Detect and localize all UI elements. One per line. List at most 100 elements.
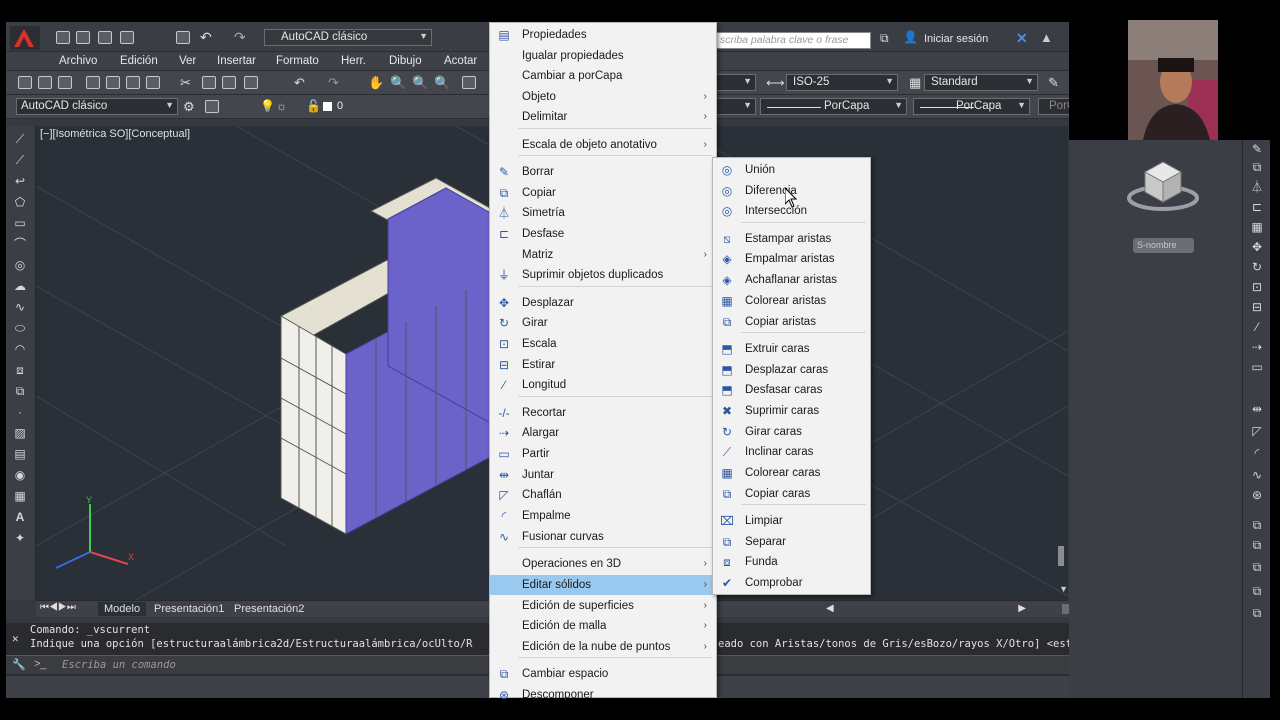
array-icon[interactable]: ▦ — [1249, 220, 1265, 234]
copy-icon[interactable]: ⧉ — [1249, 160, 1265, 174]
command-input[interactable]: Escriba un comando — [62, 659, 176, 671]
context-menu-item[interactable]: ⇹ Juntar — [490, 465, 716, 485]
draworder-icon[interactable]: ⧉ — [1249, 606, 1265, 620]
context-menu-item[interactable]: ⏃ Simetría — [490, 203, 716, 223]
submenu-item[interactable]: ✔ Comprobar — [713, 573, 870, 593]
context-menu-item[interactable]: Edición de la nube de puntos › — [490, 637, 716, 657]
polyline-icon[interactable]: ↩ — [12, 174, 28, 188]
submenu-item[interactable]: ◈ Empalmar aristas — [713, 249, 870, 269]
mtext-icon[interactable]: A — [12, 510, 28, 524]
viewport-label[interactable]: [−][Isométrica SO][Conceptual] — [40, 128, 190, 140]
redo-icon[interactable]: ↷ — [234, 29, 246, 46]
publish-icon[interactable] — [126, 76, 140, 89]
front-icon[interactable]: ⧉ — [1249, 560, 1265, 574]
explode-icon[interactable]: ⊛ — [1249, 488, 1265, 502]
context-menu-item[interactable]: ⏚ Suprimir objetos duplicados — [490, 265, 716, 285]
zoom-realtime-icon[interactable]: 🔍 — [390, 75, 406, 91]
make-block-icon[interactable]: ⧉ — [12, 384, 28, 398]
menu-formato[interactable]: Formato — [276, 55, 319, 67]
undo-icon[interactable]: ↶ — [200, 29, 212, 46]
paste-icon[interactable] — [222, 76, 236, 89]
copy-clip-icon[interactable] — [202, 76, 216, 89]
context-menu-item[interactable]: ✥ Desplazar — [490, 293, 716, 313]
spline-icon[interactable]: ∿ — [12, 300, 28, 314]
open-file-icon[interactable] — [76, 31, 90, 44]
help-icon[interactable]: ▲ — [1040, 30, 1053, 45]
dim-arrow-select[interactable]: ▼ — [716, 74, 756, 91]
context-menu-item[interactable]: ⊡ Escala — [490, 334, 716, 354]
submenu-item[interactable]: ⬒ Desplazar caras — [713, 360, 870, 380]
zoom-window-icon[interactable]: 🔍 — [412, 75, 428, 91]
menu-acotar[interactable]: Acotar — [444, 55, 477, 67]
exchange-icon[interactable]: ✕ — [1016, 30, 1028, 47]
context-menu-item[interactable]: ⁄ Longitud — [490, 375, 716, 395]
ellipse-arc-icon[interactable]: ◠ — [12, 342, 28, 356]
qnew-icon[interactable] — [18, 76, 32, 89]
region-icon[interactable]: ◉ — [12, 468, 28, 482]
redo-icon[interactable]: ↷ — [328, 75, 339, 91]
line-icon[interactable]: ⟋ — [12, 132, 28, 146]
revcloud-icon[interactable]: ☁ — [12, 279, 28, 293]
erase-icon[interactable]: ✎ — [1249, 142, 1265, 156]
preview-icon[interactable] — [106, 76, 120, 89]
save-icon[interactable] — [98, 31, 112, 44]
scroll-down-icon[interactable]: ▼ — [1059, 584, 1068, 594]
submenu-item[interactable]: ▦ Colorear aristas — [713, 291, 870, 311]
hatch-icon[interactable]: ▨ — [12, 426, 28, 440]
context-menu-item[interactable]: Edición de superficies › — [490, 596, 716, 616]
save-as-icon[interactable] — [120, 31, 134, 44]
submenu-item[interactable]: ⬒ Extruir caras — [713, 339, 870, 359]
tab-modelo[interactable]: Modelo — [98, 602, 147, 616]
submenu-item[interactable]: ◈ Achaflanar aristas — [713, 270, 870, 290]
scale-icon[interactable]: ⊡ — [1249, 280, 1265, 294]
scroll-right-icon[interactable]: ▶ — [1018, 603, 1026, 614]
gear-icon[interactable]: ⚙ — [183, 99, 195, 115]
color-select[interactable]: ▼ — [716, 98, 756, 115]
blend-icon[interactable]: ∿ — [1249, 468, 1265, 482]
table-icon[interactable]: ▦ — [12, 489, 28, 503]
tab-nav-arrows[interactable]: ⏮◀▶⏭ — [40, 602, 76, 613]
fillet-icon[interactable]: ◜ — [1249, 446, 1265, 460]
new-file-icon[interactable] — [56, 31, 70, 44]
properties-palette-icon[interactable] — [462, 76, 476, 89]
cut-icon[interactable]: ✂ — [180, 75, 191, 91]
matchprop-icon[interactable] — [244, 76, 258, 89]
submenu-item[interactable]: ✖ Suprimir caras — [713, 401, 870, 421]
submenu-item[interactable]: ⧉ Copiar caras — [713, 484, 870, 504]
add-selected-icon[interactable]: ✦ — [12, 531, 28, 545]
mirror-icon[interactable]: ⏃ — [1249, 180, 1265, 194]
submenu-item[interactable]: ◎ Unión — [713, 160, 870, 180]
scroll-left-icon[interactable]: ◀ — [826, 603, 834, 614]
submenu-item[interactable]: ⧉ Separar — [713, 532, 870, 552]
ellipse-icon[interactable]: ⬭ — [12, 321, 28, 335]
order-icon[interactable]: ⧉ — [1249, 538, 1265, 552]
submenu-item[interactable]: ⬒ Desfasar caras — [713, 380, 870, 400]
user-icon[interactable]: 👤 — [903, 30, 918, 44]
horizontal-scroll-thumb[interactable] — [1062, 604, 1069, 614]
context-menu-item[interactable]: ⧉ Cambiar espacio — [490, 664, 716, 684]
workspace-select[interactable]: AutoCAD clásico ▼ — [264, 29, 432, 46]
wcs-badge[interactable]: S-nombre — [1133, 238, 1194, 253]
menu-ver[interactable]: Ver — [179, 55, 196, 67]
context-menu-item[interactable]: ⊛ Descomponer — [490, 685, 716, 705]
plotstyle-select[interactable]: PorC — [1038, 98, 1069, 115]
xline-icon[interactable]: ⟋ — [12, 153, 28, 167]
submenu-item[interactable]: ⧅ Estampar aristas — [713, 229, 870, 249]
context-menu-item[interactable]: ◜ Empalme — [490, 506, 716, 526]
context-menu-item[interactable]: Delimitar › — [490, 107, 716, 127]
submenu-item[interactable]: ▦ Colorear caras — [713, 463, 870, 483]
mleaderstyle-icon[interactable]: ✎ — [1048, 75, 1059, 91]
submenu-item[interactable]: ⧈ Funda — [713, 552, 870, 572]
context-menu-item[interactable]: ▭ Partir — [490, 444, 716, 464]
copy-layer-icon[interactable]: ⧉ — [1249, 518, 1265, 532]
search-box[interactable]: scriba palabra clave o frase — [716, 32, 871, 49]
trim-icon[interactable]: ⁄ — [1249, 320, 1265, 334]
polygon-icon[interactable]: ⬠ — [12, 195, 28, 209]
move-icon[interactable]: ✥ — [1249, 240, 1265, 254]
context-menu-item[interactable]: ◸ Chaflán — [490, 485, 716, 505]
menu-insertar[interactable]: Insertar — [217, 55, 256, 67]
context-menu-item[interactable]: Editar sólidos › — [490, 575, 716, 595]
linetype-select[interactable]: PorCapa ▼ — [760, 98, 907, 115]
rotate-icon[interactable]: ↻ — [1249, 260, 1265, 274]
save-icon[interactable] — [58, 76, 72, 89]
